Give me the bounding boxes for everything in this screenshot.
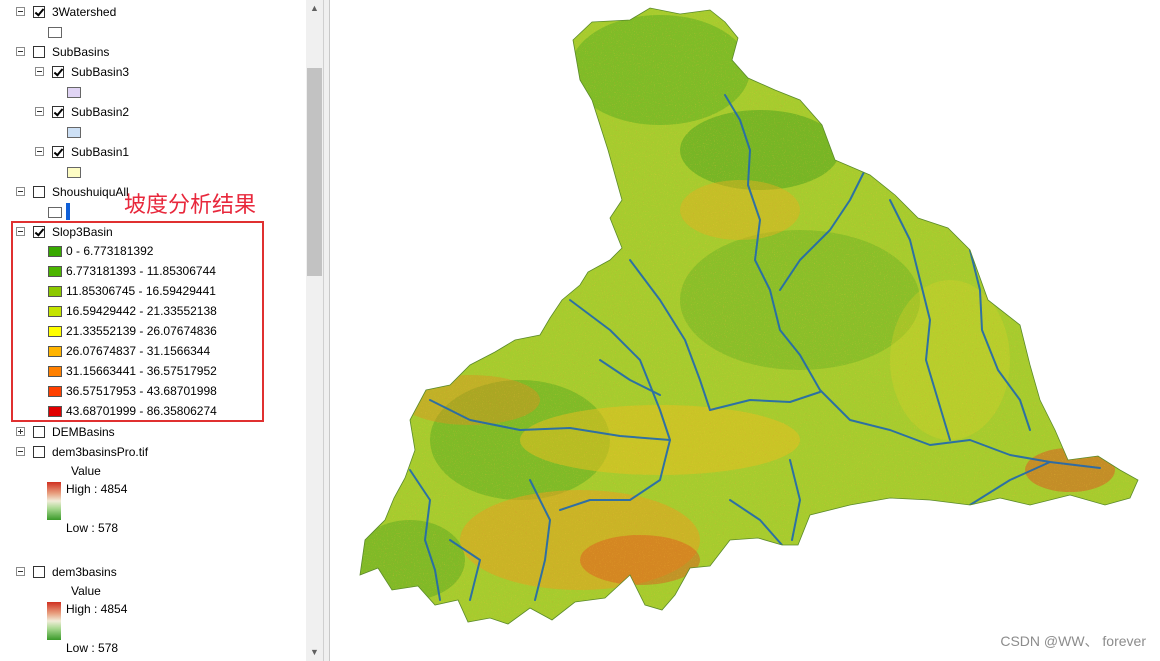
symbol-swatch[interactable] bbox=[48, 207, 62, 218]
layer-name[interactable]: SubBasin1 bbox=[71, 142, 129, 162]
layer-row-subbasin1: SubBasin1 bbox=[0, 142, 300, 162]
symbol-swatch[interactable] bbox=[67, 87, 81, 98]
layer-visibility-checkbox[interactable] bbox=[52, 66, 64, 78]
layer-visibility-checkbox[interactable] bbox=[52, 146, 64, 158]
elevation-color-ramp[interactable] bbox=[47, 602, 61, 640]
toc-scrollbar[interactable]: ▲ ▼ bbox=[306, 0, 323, 661]
highlight-box bbox=[11, 221, 264, 422]
layer-visibility-checkbox[interactable] bbox=[52, 106, 64, 118]
map-view[interactable]: CSDN @WW、 forever bbox=[330, 0, 1160, 661]
scroll-thumb[interactable] bbox=[307, 68, 322, 276]
layer-visibility-checkbox[interactable] bbox=[33, 446, 45, 458]
layer-name[interactable]: dem3basinsPro.tif bbox=[52, 442, 148, 462]
layer-visibility-checkbox[interactable] bbox=[33, 186, 45, 198]
layer-row-subbasins: SubBasins bbox=[0, 42, 300, 62]
collapse-toggle[interactable] bbox=[35, 147, 44, 156]
layer-name[interactable]: ShoushuiquAll bbox=[52, 182, 129, 202]
layer-name[interactable]: SubBasin3 bbox=[71, 62, 129, 82]
collapse-toggle[interactable] bbox=[16, 47, 25, 56]
layer-visibility-checkbox[interactable] bbox=[33, 566, 45, 578]
collapse-toggle[interactable] bbox=[35, 107, 44, 116]
layer-name[interactable]: SubBasin2 bbox=[71, 102, 129, 122]
line-symbol bbox=[66, 203, 70, 220]
collapse-toggle[interactable] bbox=[16, 7, 25, 16]
annotation-text: 坡度分析结果 bbox=[124, 193, 257, 218]
layer-name[interactable]: DEMBasins bbox=[52, 422, 115, 442]
legend-value-label: Value bbox=[71, 464, 101, 478]
watermark: CSDN @WW、 forever bbox=[1000, 633, 1146, 649]
scroll-down-arrow-icon[interactable]: ▼ bbox=[306, 644, 323, 661]
collapse-toggle[interactable] bbox=[16, 567, 25, 576]
elevation-color-ramp[interactable] bbox=[47, 482, 61, 520]
layer-row-3watershed: 3Watershed bbox=[0, 2, 300, 22]
layer-row-dembasins: DEMBasins bbox=[0, 422, 300, 442]
slope-map bbox=[359, 7, 1139, 625]
legend-low-label: Low : 578 bbox=[66, 521, 119, 535]
layer-row-dem3basins: dem3basins bbox=[0, 562, 300, 582]
layer-visibility-checkbox[interactable] bbox=[33, 46, 45, 58]
symbol-swatch[interactable] bbox=[67, 167, 81, 178]
legend-high-label: High : 4854 bbox=[66, 482, 128, 496]
expand-toggle[interactable] bbox=[16, 427, 25, 436]
legend-high-label: High : 4854 bbox=[66, 602, 128, 616]
collapse-toggle[interactable] bbox=[16, 187, 25, 196]
layer-visibility-checkbox[interactable] bbox=[33, 6, 45, 18]
layer-row-subbasin3: SubBasin3 bbox=[0, 62, 300, 82]
panel-splitter[interactable] bbox=[323, 0, 330, 661]
scroll-up-arrow-icon[interactable]: ▲ bbox=[306, 0, 323, 17]
layer-name[interactable]: 3Watershed bbox=[52, 2, 116, 22]
layer-name[interactable]: SubBasins bbox=[52, 42, 109, 62]
layer-row-dem3basinspro: dem3basinsPro.tif bbox=[0, 442, 300, 462]
layer-name[interactable]: dem3basins bbox=[52, 562, 117, 582]
collapse-toggle[interactable] bbox=[16, 447, 25, 456]
layer-row-subbasin2: SubBasin2 bbox=[0, 102, 300, 122]
symbol-swatch[interactable] bbox=[67, 127, 81, 138]
legend-low-label: Low : 578 bbox=[66, 641, 119, 655]
symbol-swatch[interactable] bbox=[48, 27, 62, 38]
collapse-toggle[interactable] bbox=[35, 67, 44, 76]
layer-visibility-checkbox[interactable] bbox=[33, 426, 45, 438]
legend-value-label: Value bbox=[71, 584, 101, 598]
table-of-contents: 3Watershed SubBasins SubBasin3 SubBasin2… bbox=[0, 0, 306, 661]
